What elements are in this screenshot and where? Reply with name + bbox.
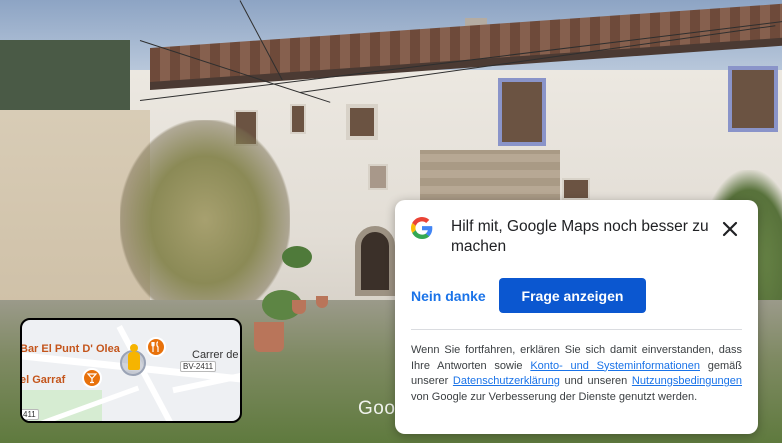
close-button[interactable] — [717, 216, 743, 242]
restaurant-icon[interactable] — [146, 337, 166, 357]
bar-icon[interactable] — [82, 368, 102, 388]
glass-icon — [86, 373, 98, 384]
map-label-garraf[interactable]: el Garraf — [22, 374, 65, 386]
divider — [411, 329, 742, 330]
pegman-head — [130, 344, 138, 352]
dialog-title: Hilf mit, Google Maps noch besser zu mac… — [451, 218, 709, 255]
window — [498, 78, 546, 146]
survey-dialog: Hilf mit, Google Maps noch besser zu mac… — [395, 200, 758, 434]
window — [346, 104, 378, 140]
window — [728, 66, 778, 132]
flower-pot — [316, 296, 328, 308]
legal-text: Wenn Sie fortfahren, erklären Sie sich d… — [411, 343, 742, 405]
wall-plaque — [368, 164, 388, 190]
left-building-top — [0, 40, 130, 112]
road-number-badge: 411 — [22, 409, 39, 420]
decline-button[interactable]: Nein danke — [405, 280, 492, 312]
window — [562, 178, 590, 200]
show-question-button[interactable]: Frage anzeigen — [499, 278, 646, 313]
privacy-policy-link[interactable]: Datenschutzerklärung — [453, 375, 560, 387]
road-number-badge: BV-2411 — [180, 361, 217, 372]
minimap[interactable]: Bar El Punt D' Olea el Garraf Carrer de … — [20, 318, 242, 423]
account-info-link[interactable]: Konto- und Systeminformationen — [530, 360, 700, 372]
potted-plant — [282, 246, 312, 268]
fork-knife-icon — [151, 341, 159, 352]
map-label-bar[interactable]: Bar El Punt D' Olea — [22, 343, 120, 355]
legal-text-part: von Google zur Verbesserung der Dienste … — [411, 390, 698, 403]
window — [290, 104, 306, 134]
legal-text-part: und unseren — [559, 375, 632, 387]
google-g-logo-icon — [411, 217, 433, 239]
pegman-body — [128, 352, 140, 370]
tree — [120, 120, 290, 320]
flower-pot — [292, 300, 306, 314]
close-icon — [722, 221, 738, 237]
flower-pot — [254, 322, 284, 352]
terms-of-service-link[interactable]: Nutzungsbedingungen — [632, 375, 742, 387]
pegman-icon[interactable] — [128, 344, 140, 370]
arched-door — [355, 226, 395, 296]
map-label-street: Carrer de — [192, 349, 239, 361]
